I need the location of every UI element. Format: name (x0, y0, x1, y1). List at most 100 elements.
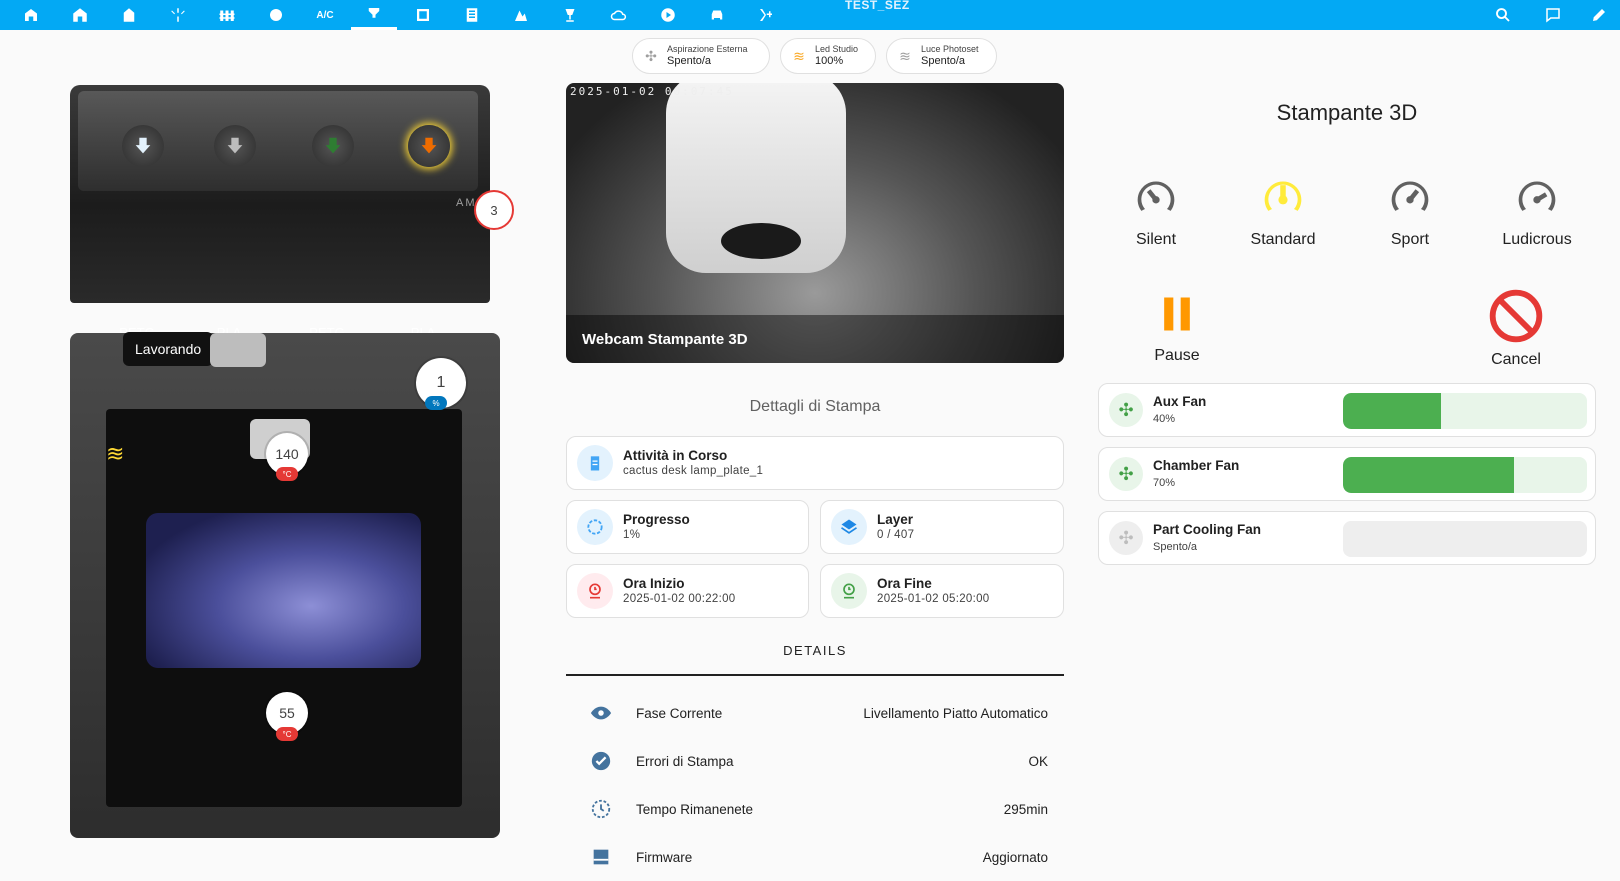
hvac-icon[interactable] (743, 0, 789, 30)
detail-row-tempo[interactable]: Tempo Rimanenete 295min (566, 785, 1064, 833)
detail-value: Livellamento Piatto Automatico (863, 705, 1048, 721)
filament-spool-icon (408, 125, 450, 167)
search-icon[interactable] (1480, 0, 1526, 30)
fan-icon: ✣ (1109, 457, 1143, 491)
fan-slider-fill (1343, 393, 1441, 429)
detail-label: Tempo Rimanenete (636, 801, 754, 817)
filament-spool-icon (312, 125, 354, 167)
play-icon[interactable] (645, 0, 691, 30)
home-icon[interactable] (8, 0, 54, 30)
speedometer-max-icon (1518, 181, 1556, 211)
timer-icon (566, 798, 636, 820)
speed-mode-label: Standard (1250, 231, 1316, 248)
tile-title: Progresso (623, 512, 690, 527)
tablet-icon[interactable] (400, 0, 446, 30)
signal-icon[interactable] (498, 0, 544, 30)
tile-end-time[interactable]: Ora Fine 2025-01-02 05:20:00 (820, 564, 1064, 618)
chip-value: Spento/a (667, 55, 712, 67)
fan-name: Part Cooling Fan (1153, 522, 1261, 537)
ams-slot-3[interactable]: PETG (282, 125, 372, 340)
clipboard-icon (577, 445, 613, 481)
fan-slider-chamber[interactable] (1343, 457, 1587, 493)
detail-row-errori[interactable]: Errori di Stampa OK (566, 737, 1064, 785)
check-circle-icon (566, 750, 636, 772)
printer-3d-icon[interactable] (351, 0, 397, 30)
chip-luce-photoset[interactable]: ≋ Luce Photoset Spento/a (886, 38, 997, 74)
fan-card-aux[interactable]: ✣ Aux Fan 40% (1098, 383, 1596, 437)
fan-card-chamber[interactable]: ✣ Chamber Fan 70% (1098, 447, 1596, 501)
speedometer-fast-icon (1391, 181, 1429, 211)
detail-row-fase[interactable]: Fase Corrente Livellamento Piatto Automa… (566, 689, 1064, 737)
tab-test-sez[interactable]: TEST_SEZ (845, 0, 910, 30)
printer-status-pill: Lavorando (123, 332, 214, 366)
home-alt-icon[interactable] (57, 0, 103, 30)
tile-value: 1% (623, 529, 641, 541)
tile-value: cactus desk lamp_plate_1 (623, 465, 764, 477)
webcam-caption: Webcam Stampante 3D (566, 315, 1064, 363)
speedometer-slow-icon (1137, 181, 1175, 211)
tile-value: 2025-01-02 05:20:00 (877, 593, 990, 605)
tile-start-time[interactable]: Ora Inizio 2025-01-02 00:22:00 (566, 564, 809, 618)
speed-silent-button[interactable]: Silent (1101, 176, 1211, 249)
detail-row-firmware[interactable]: Firmware Aggiornato (566, 833, 1064, 881)
ams-slot-4[interactable]: PLA (378, 125, 468, 340)
clock-start-icon (577, 573, 613, 609)
chip-value: 100% (815, 55, 844, 67)
speed-mode-label: Silent (1135, 231, 1177, 248)
car-icon[interactable] (694, 0, 740, 30)
camera-fan-image (721, 223, 801, 259)
webcam-timestamp: 2025-01-02 00:07:45 (570, 85, 734, 98)
chip-label: Aspirazione Esterna (667, 44, 748, 54)
fan-slider-part-cooling[interactable] (1343, 521, 1587, 557)
speed-sport-button[interactable]: Sport (1355, 176, 1465, 249)
fan-name: Aux Fan (1153, 394, 1207, 409)
led-strip-icon: ≋ (793, 47, 805, 64)
house-icon[interactable] (106, 0, 152, 30)
chip-aspirazione-esterna[interactable]: ✣ Aspirazione Esterna Spento/a (632, 38, 770, 74)
lamp-icon[interactable] (547, 0, 593, 30)
sprinkler-icon[interactable] (155, 0, 201, 30)
ams-slot-1[interactable]: PETG (92, 125, 182, 340)
cloud-icon[interactable] (596, 0, 642, 30)
tile-title: Ora Inizio (623, 576, 685, 591)
webcam-feed[interactable]: 2025-01-02 00:07:45 Webcam Stampante 3D (566, 83, 1064, 363)
speed-ludicrous-button[interactable]: Ludicrous (1482, 176, 1592, 249)
fan-card-part-cooling[interactable]: ✣ Part Cooling Fan Spento/a (1098, 511, 1596, 565)
cancel-icon (1489, 289, 1543, 343)
tile-title: Layer (877, 512, 914, 527)
fan-name: Chamber Fan (1153, 458, 1240, 473)
server-icon[interactable] (449, 0, 495, 30)
pause-button[interactable]: Pause (1122, 292, 1232, 365)
tile-title: Ora Fine (877, 576, 932, 591)
tab-details[interactable]: DETAILS (566, 636, 1064, 676)
speed-mode-label: Ludicrous (1502, 231, 1572, 248)
printer-screen (210, 333, 266, 367)
filament-spool-icon (214, 125, 256, 167)
printer-chamber-camera-image (146, 513, 421, 668)
progress-unit-badge: % (425, 396, 447, 410)
robot-vacuum-icon[interactable] (253, 0, 299, 30)
pencil-icon[interactable] (1576, 0, 1620, 30)
ac-icon[interactable]: A/C (302, 0, 348, 30)
cancel-button[interactable]: Cancel (1461, 288, 1571, 369)
pause-label: Pause (1154, 347, 1200, 364)
printer-card-title: Stampante 3D (1276, 100, 1418, 125)
fence-icon[interactable] (204, 0, 250, 30)
tile-activity[interactable]: Attività in Corso cactus desk lamp_plate_… (566, 436, 1064, 490)
chat-icon[interactable] (1530, 0, 1576, 30)
chamber-light-icon[interactable]: ≋ (106, 441, 124, 467)
detail-value: OK (1028, 753, 1048, 769)
speed-standard-button[interactable]: Standard (1228, 176, 1338, 249)
chip-led-studio[interactable]: ≋ Led Studio 100% (780, 38, 876, 74)
detail-label: Errori di Stampa (636, 753, 734, 769)
fan-value: 40% (1153, 413, 1176, 425)
fan-slider-aux[interactable] (1343, 393, 1587, 429)
eye-icon (566, 702, 636, 724)
tile-layer[interactable]: Layer 0 / 407 (820, 500, 1064, 554)
cancel-label: Cancel (1491, 351, 1541, 368)
fan-slider-fill (1343, 457, 1514, 493)
chip-value: Spento/a (921, 55, 966, 67)
tile-progress[interactable]: Progresso 1% (566, 500, 809, 554)
ams-slot-2[interactable]: PLA (184, 125, 274, 340)
firmware-icon (566, 846, 636, 868)
